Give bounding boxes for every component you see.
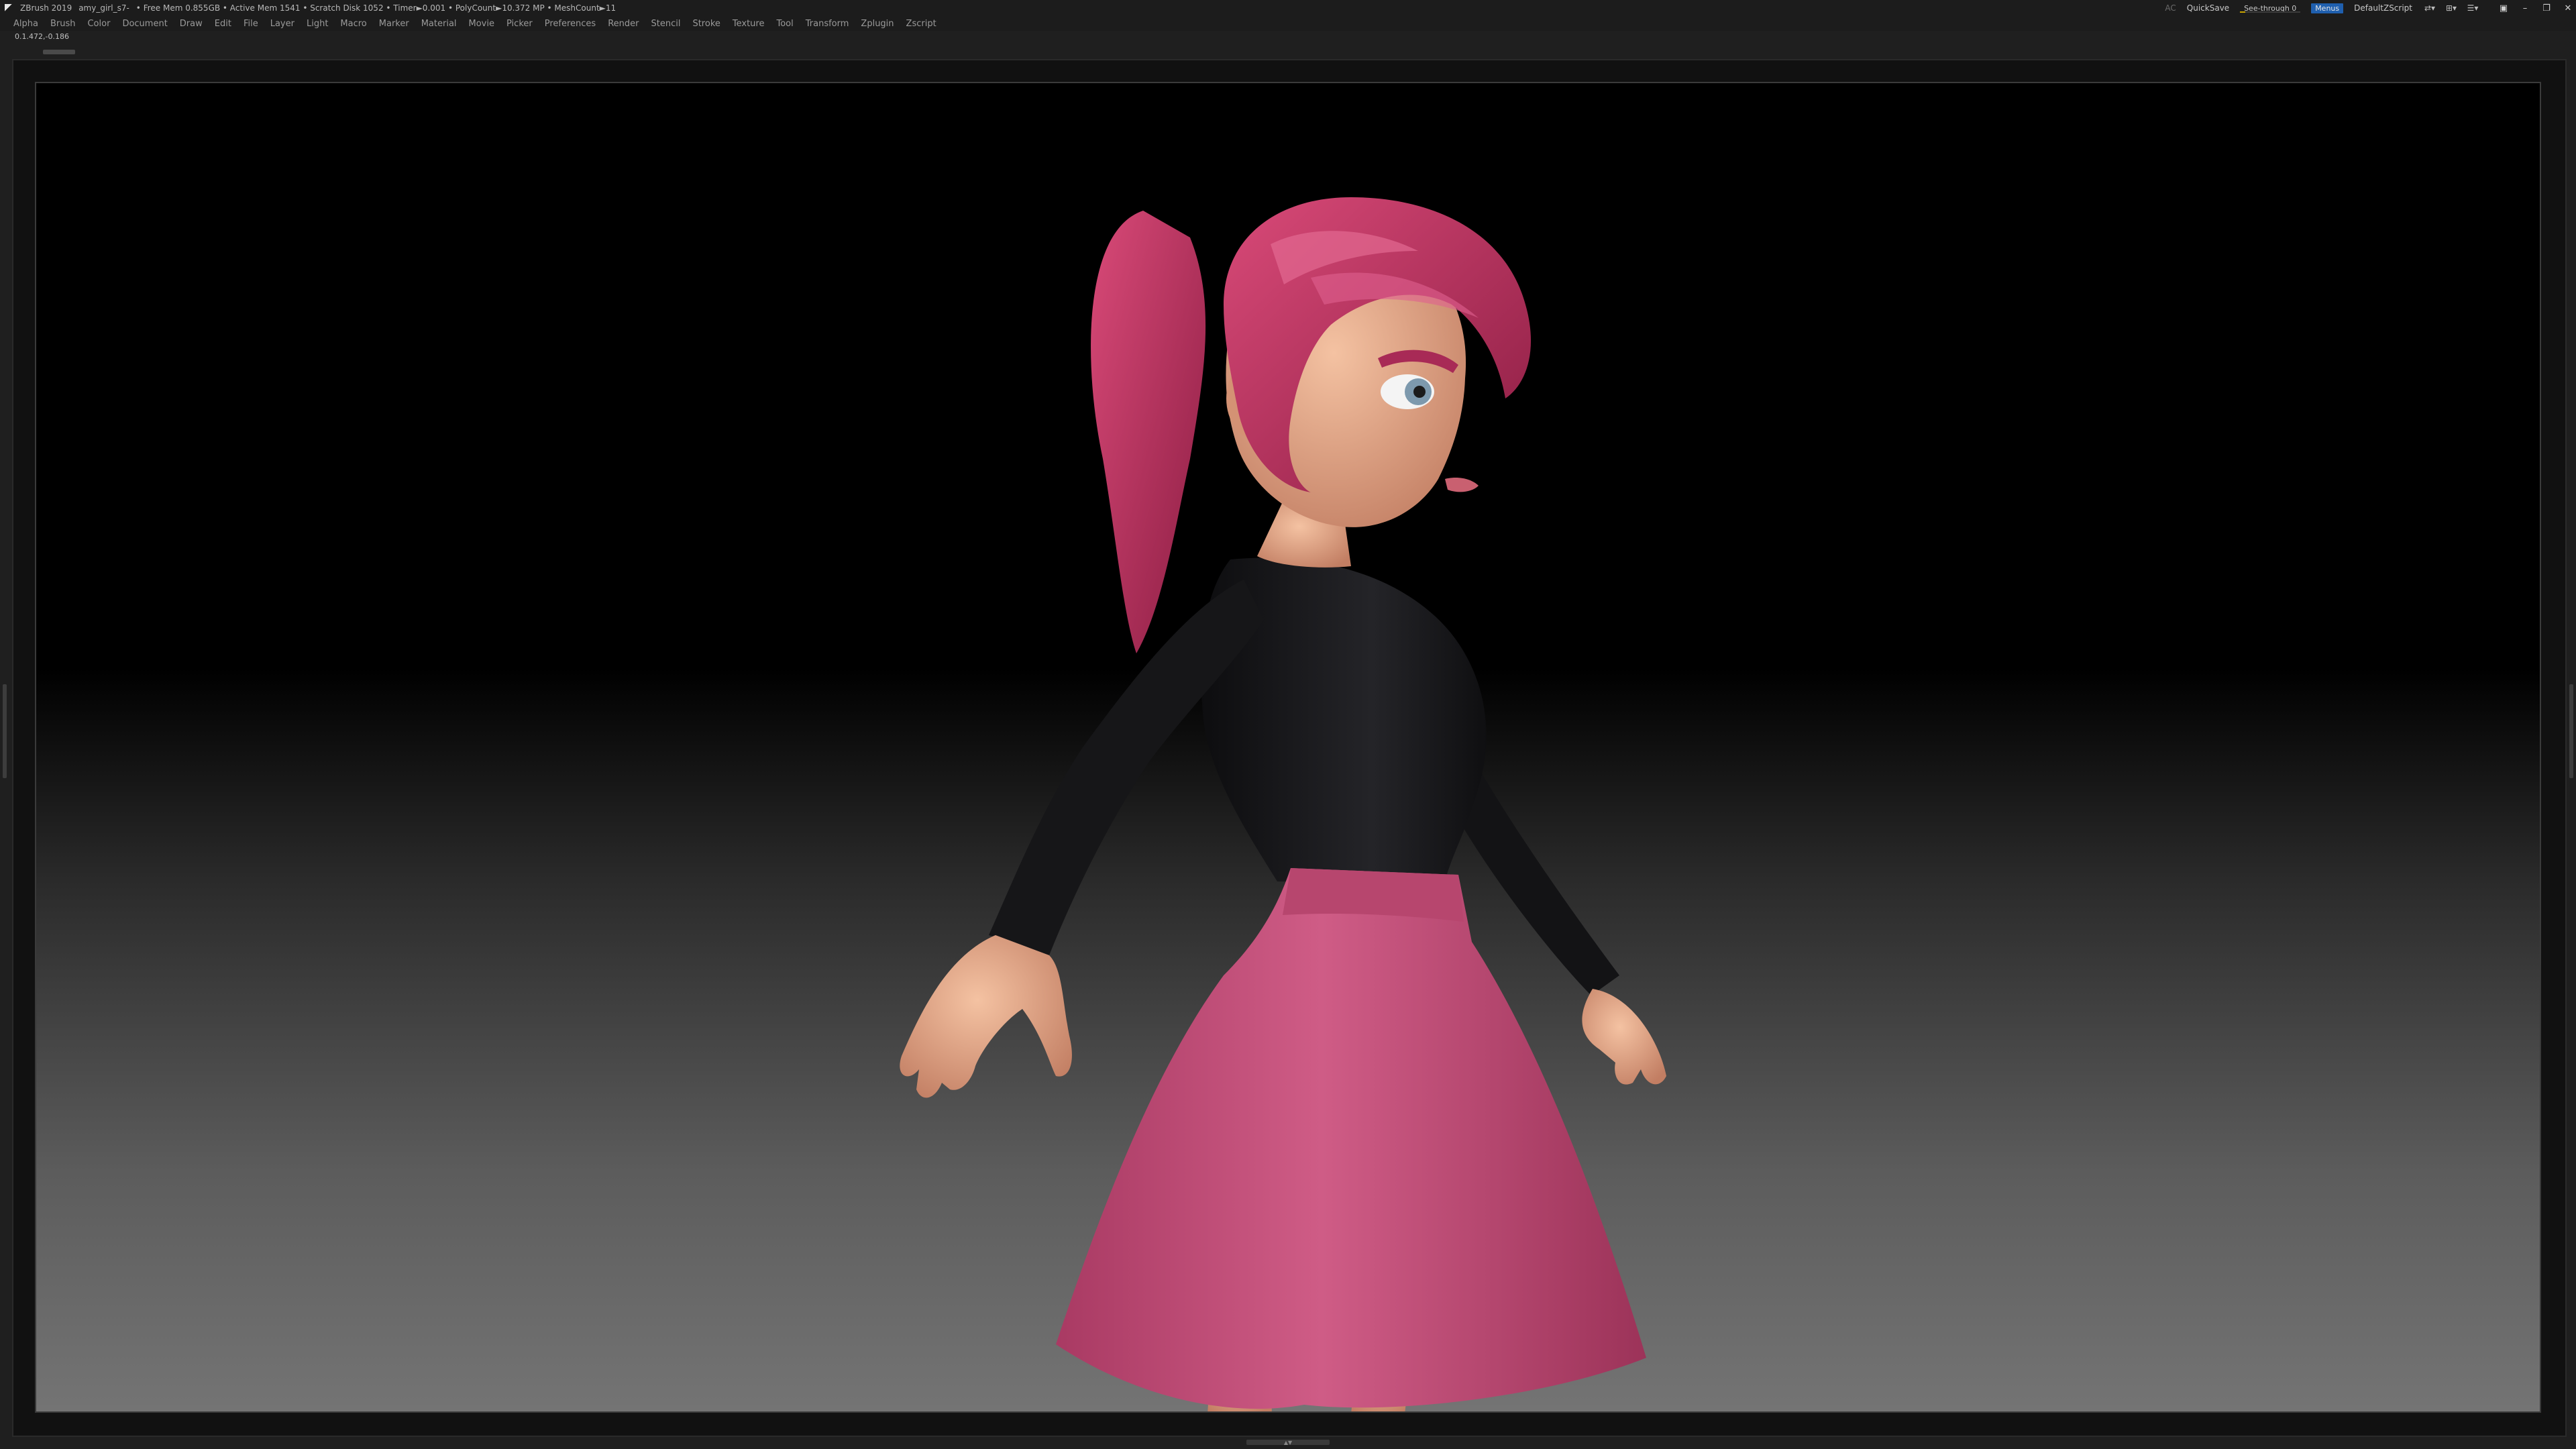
menu-draw[interactable]: Draw: [180, 19, 203, 29]
app-name: ZBrush 2019: [20, 3, 72, 13]
slider-fill: [2240, 11, 2246, 13]
menu-layer[interactable]: Layer: [270, 19, 294, 29]
main-menu-bar: Alpha Brush Color Document Draw Edit File Layer…: [0, 16, 2576, 31]
menu-light[interactable]: Light: [307, 19, 328, 29]
menu-edit[interactable]: Edit: [215, 19, 231, 29]
menu-texture[interactable]: Texture: [733, 19, 765, 29]
bottom-tray-handle[interactable]: ▲▼: [1246, 1440, 1330, 1446]
menu-stroke[interactable]: Stroke: [692, 19, 720, 29]
coordinate-readout: 0.1.472,-0.186: [15, 32, 69, 41]
menu-movie[interactable]: Movie: [469, 19, 494, 29]
restore-icon[interactable]: ❐: [2541, 3, 2552, 13]
pupil: [1413, 386, 1426, 398]
default-zscript-button[interactable]: DefaultZScript: [2354, 3, 2412, 13]
menu-material[interactable]: Material: [421, 19, 457, 29]
see-through-slider[interactable]: See-through 0: [2240, 3, 2301, 13]
zbrush-logo-icon: [4, 3, 13, 13]
menu-tool[interactable]: Tool: [776, 19, 793, 29]
ponytail: [1091, 211, 1206, 653]
close-icon[interactable]: ✕: [2563, 3, 2573, 13]
menu-color[interactable]: Color: [87, 19, 110, 29]
skirt-waistband: [1283, 868, 1464, 922]
left-tray-handle[interactable]: [3, 684, 7, 778]
menu-alpha[interactable]: Alpha: [13, 19, 38, 29]
right-tray-handle[interactable]: [2569, 684, 2573, 778]
menu-brush[interactable]: Brush: [50, 19, 76, 29]
menus-toggle[interactable]: Menus: [2311, 3, 2344, 13]
menu-file[interactable]: File: [244, 19, 258, 29]
back-hand: [1582, 989, 1666, 1085]
slider-track: [2240, 11, 2301, 13]
menu-document[interactable]: Document: [122, 19, 167, 29]
front-hand: [900, 935, 1072, 1098]
help-icon[interactable]: ⊞▾: [2445, 3, 2458, 13]
menu-zplugin[interactable]: Zplugin: [861, 19, 894, 29]
layout-icon[interactable]: ⇄▾: [2423, 3, 2436, 13]
title-bar: ZBrush 2019 amy_girl_s7- • Free Mem 0.85…: [0, 0, 2576, 16]
file-name: amy_girl_s7-: [78, 3, 129, 13]
lips: [1445, 478, 1479, 492]
shelf-scroll-handle[interactable]: [43, 50, 75, 54]
viewport-canvas[interactable]: [35, 82, 2541, 1413]
memory-stats: • Free Mem 0.855GB • Active Mem 1541 • S…: [136, 3, 616, 13]
menu-stencil[interactable]: Stencil: [651, 19, 680, 29]
menu-zscript[interactable]: Zscript: [906, 19, 936, 29]
minimize-icon[interactable]: –: [2520, 3, 2530, 13]
menu-render[interactable]: Render: [608, 19, 639, 29]
menu-marker[interactable]: Marker: [379, 19, 409, 29]
lock-icon[interactable]: ▣: [2498, 3, 2509, 13]
menu-transform[interactable]: Transform: [806, 19, 849, 29]
quicksave-button[interactable]: QuickSave: [2187, 3, 2229, 13]
menu-picker[interactable]: Picker: [506, 19, 533, 29]
menu-macro[interactable]: Macro: [340, 19, 366, 29]
ac-toggle[interactable]: AC: [2165, 3, 2176, 13]
character-model: [900, 197, 1666, 1411]
menu-icon[interactable]: ☰▾: [2466, 3, 2479, 13]
menu-preferences[interactable]: Preferences: [545, 19, 596, 29]
